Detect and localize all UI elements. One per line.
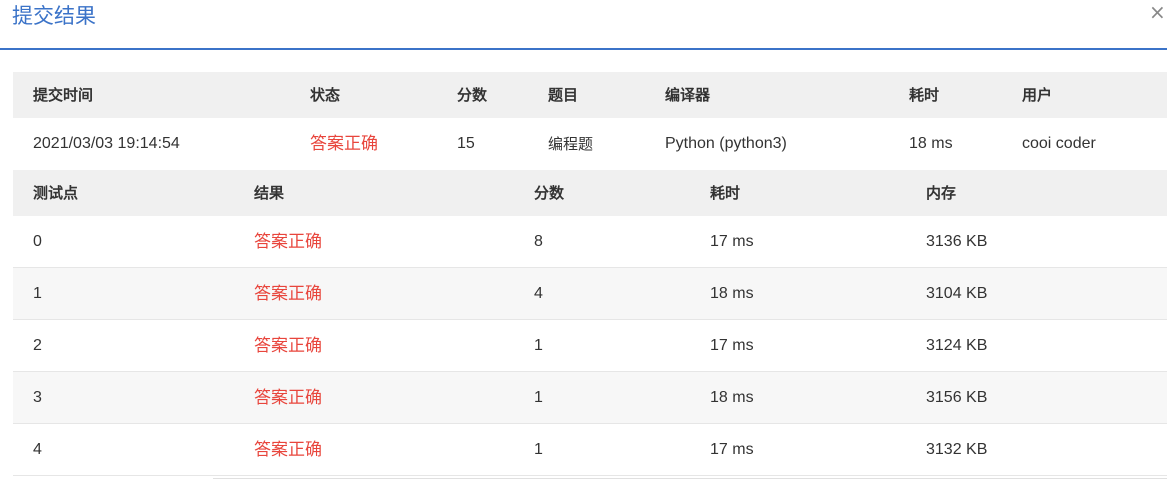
testcase-result: 答案正确 — [254, 440, 322, 460]
testcase-id: 4 — [33, 441, 42, 458]
testcase-id: 0 — [33, 233, 42, 250]
submission-result-dialog: 提交结果 × 提交时间 状态 分数 题目 编译器 耗时 用户 2021/03/0… — [0, 0, 1167, 483]
header-testcase-duration: 耗时 — [710, 184, 741, 202]
testcase-header-row: 测试点 结果 分数 耗时 内存 — [13, 170, 1167, 216]
testcase-result: 答案正确 — [254, 388, 322, 408]
submission-duration: 18 ms — [909, 135, 953, 152]
testcase-duration: 17 ms — [710, 233, 754, 250]
result-table: 提交时间 状态 分数 题目 编译器 耗时 用户 2021/03/03 19:14… — [13, 72, 1167, 476]
testcase-id: 1 — [33, 285, 42, 302]
testcase-memory: 3132 KB — [926, 441, 988, 458]
header-memory: 内存 — [926, 184, 957, 202]
testcase-memory: 3156 KB — [926, 389, 988, 406]
testcase-score: 1 — [534, 389, 543, 406]
footer-divider — [213, 478, 1167, 479]
compiler-name: Python (python3) — [665, 135, 787, 152]
table-row: 2 答案正确 1 17 ms 3124 KB — [13, 320, 1167, 372]
header-score: 分数 — [457, 86, 488, 104]
header-compiler: 编译器 — [665, 86, 711, 104]
dialog-header: 提交结果 × — [0, 0, 1167, 50]
header-testcase-id: 测试点 — [33, 184, 79, 202]
table-row: 0 答案正确 8 17 ms 3136 KB — [13, 216, 1167, 268]
testcase-duration: 17 ms — [710, 441, 754, 458]
testcase-duration: 18 ms — [710, 285, 754, 302]
submit-time: 2021/03/03 19:14:54 — [33, 135, 180, 152]
testcase-score: 4 — [534, 285, 543, 302]
table-row: 1 答案正确 4 18 ms 3104 KB — [13, 268, 1167, 320]
user-name[interactable]: cooi coder — [1022, 118, 1096, 170]
testcase-memory: 3124 KB — [926, 337, 988, 354]
problem-type: 编程题 — [548, 135, 594, 153]
testcase-memory: 3104 KB — [926, 285, 988, 302]
table-row: 3 答案正确 1 18 ms 3156 KB — [13, 372, 1167, 424]
header-problem: 题目 — [548, 86, 579, 104]
testcase-memory: 3136 KB — [926, 233, 988, 250]
submission-score: 15 — [457, 135, 475, 152]
testcase-score: 8 — [534, 233, 543, 250]
testcase-id: 2 — [33, 337, 42, 354]
close-icon[interactable]: × — [1149, 2, 1166, 22]
testcase-result: 答案正确 — [254, 284, 322, 304]
header-result: 结果 — [254, 184, 285, 202]
testcase-duration: 17 ms — [710, 337, 754, 354]
submission-header-row: 提交时间 状态 分数 题目 编译器 耗时 用户 — [13, 72, 1167, 118]
header-user: 用户 — [1022, 86, 1053, 104]
header-submit-time: 提交时间 — [33, 86, 94, 104]
table-row: 4 答案正确 1 17 ms 3132 KB — [13, 424, 1167, 476]
header-testcase-score: 分数 — [534, 184, 565, 202]
testcase-id: 3 — [33, 389, 42, 406]
header-status: 状态 — [310, 86, 341, 104]
dialog-title: 提交结果 — [12, 4, 96, 28]
testcase-score: 1 — [534, 337, 543, 354]
submission-row: 2021/03/03 19:14:54 答案正确 15 编程题 Python (… — [13, 118, 1167, 170]
testcase-score: 1 — [534, 441, 543, 458]
testcase-result: 答案正确 — [254, 336, 322, 356]
testcase-duration: 18 ms — [710, 389, 754, 406]
status-badge: 答案正确 — [310, 134, 378, 154]
header-duration: 耗时 — [909, 86, 940, 104]
testcase-result: 答案正确 — [254, 232, 322, 252]
